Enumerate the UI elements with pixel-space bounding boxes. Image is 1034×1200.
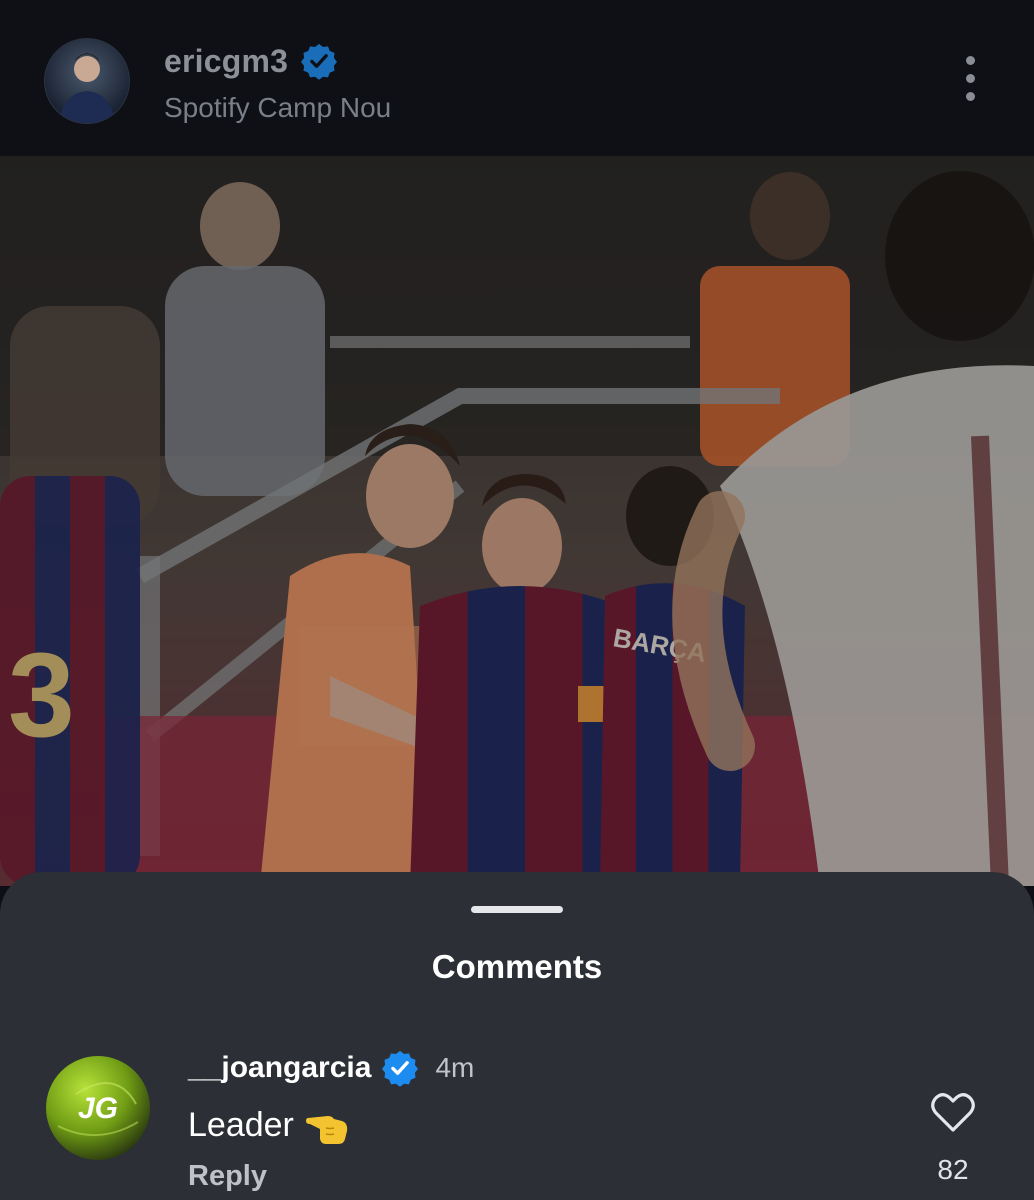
comment-text: Leader — [188, 1105, 294, 1144]
like-count: 82 — [937, 1154, 969, 1185]
post-photo[interactable]: 3 BARÇA — [0, 156, 1034, 886]
commenter-avatar[interactable]: JG — [46, 1056, 150, 1160]
sheet-drag-handle[interactable] — [471, 906, 563, 913]
author-row: ericgm3 — [164, 40, 338, 82]
comment-timestamp: 4m — [435, 1052, 475, 1083]
verified-badge-icon — [382, 1050, 419, 1087]
comments-title: Comments — [431, 948, 603, 985]
author-username[interactable]: ericgm3 — [164, 43, 288, 80]
heart-outline-icon[interactable] — [929, 1090, 977, 1134]
post-header: ericgm3 Spotify Camp Nou — [0, 0, 1034, 156]
more-vertical-icon — [965, 56, 975, 65]
comment-username[interactable]: __joangarcia — [188, 1051, 371, 1085]
photo-dim-overlay — [0, 156, 1034, 886]
author-avatar[interactable] — [44, 38, 130, 124]
commenter-monogram: JG — [78, 1092, 118, 1125]
backhand-index-pointing-left-emoji — [305, 1116, 348, 1144]
reply-button[interactable]: Reply — [188, 1160, 267, 1193]
comment-body: Leader — [188, 1102, 350, 1148]
comment-header: __joangarcia 4m — [188, 1048, 474, 1088]
verified-badge-icon — [301, 43, 338, 80]
post-location[interactable]: Spotify Camp Nou — [164, 92, 391, 124]
comments-sheet: Comments JG __joangarcia 4m Leader Reply — [0, 872, 1034, 1200]
comment-item: JG __joangarcia 4m Leader Reply 82 — [0, 1042, 1034, 1200]
more-options-button[interactable] — [952, 56, 988, 108]
